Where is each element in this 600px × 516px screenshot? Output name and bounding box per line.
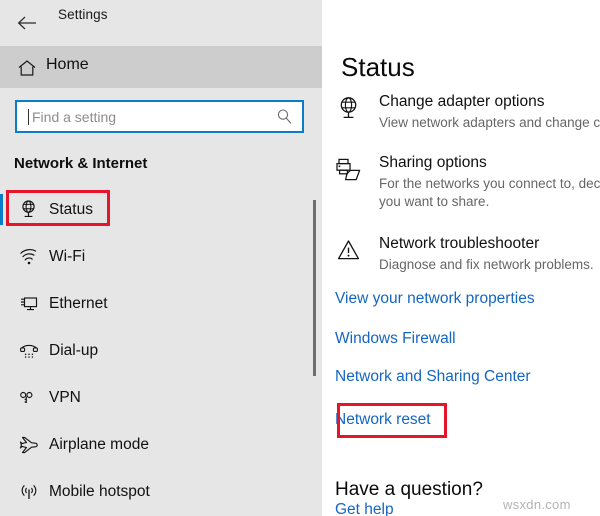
content-panel: Status Change adapter options View netwo… [322, 0, 600, 516]
sidebar-item-label: Airplane mode [49, 435, 149, 453]
sidebar-item-label: Dial-up [49, 341, 99, 359]
sidebar-item-wifi[interactable]: Wi-Fi [0, 233, 322, 280]
sidebar-nav: Status Wi-Fi Ethernet Dial-up VPN Airpla… [0, 186, 322, 515]
link-get-help[interactable]: Get help [335, 501, 394, 516]
sidebar-item-mobile-hotspot[interactable]: Mobile hotspot [0, 468, 322, 515]
wifi-icon [17, 245, 41, 269]
option-description: View network adapters and change con [379, 115, 600, 130]
sidebar-item-label: VPN [49, 388, 81, 406]
airplane-icon [17, 433, 41, 457]
home-label: Home [46, 56, 89, 73]
ethernet-icon [17, 292, 41, 316]
search-box[interactable] [15, 100, 304, 133]
link-network-reset[interactable]: Network reset [335, 411, 431, 429]
globe-stand-icon [335, 95, 363, 123]
section-title: Network & Internet [14, 155, 148, 172]
page-title: Status [341, 52, 415, 82]
warning-triangle-icon [335, 237, 363, 265]
sidebar-item-ethernet[interactable]: Ethernet [0, 280, 322, 327]
option-title: Change adapter options [379, 93, 545, 110]
title-bar: Settings [0, 0, 322, 46]
sidebar-item-vpn[interactable]: VPN [0, 374, 322, 421]
sidebar-item-airplane-mode[interactable]: Airplane mode [0, 421, 322, 468]
vpn-key-icon [17, 386, 41, 410]
sidebar-item-dialup[interactable]: Dial-up [0, 327, 322, 374]
back-arrow-icon[interactable] [10, 6, 44, 40]
watermark: wsxdn.com [503, 497, 571, 512]
option-title: Sharing options [379, 154, 487, 171]
sidebar-item-label: Wi-Fi [49, 247, 86, 265]
search-input[interactable] [32, 102, 267, 131]
globe-stand-icon [17, 198, 41, 222]
selection-indicator [0, 194, 3, 225]
sidebar-item-label: Ethernet [49, 294, 108, 312]
sidebar-item-status[interactable]: Status [0, 186, 322, 233]
settings-window: Settings Home Network & Internet [0, 0, 600, 516]
link-network-and-sharing-center[interactable]: Network and Sharing Center [335, 368, 531, 386]
sidebar-item-label: Mobile hotspot [49, 482, 150, 500]
link-windows-firewall[interactable]: Windows Firewall [335, 330, 456, 348]
hotspot-icon [17, 480, 41, 504]
sidebar-item-label: Status [49, 200, 93, 218]
question-heading: Have a question? [335, 479, 483, 500]
text-caret [28, 109, 29, 125]
home-icon [16, 57, 38, 79]
link-view-your-network-properties[interactable]: View your network properties [335, 290, 535, 308]
printer-folder-icon [335, 156, 363, 184]
sidebar: Settings Home Network & Internet [0, 0, 322, 516]
search-icon[interactable] [276, 108, 293, 125]
app-title: Settings [58, 7, 108, 22]
option-description: Diagnose and fix network problems. [379, 257, 594, 272]
sidebar-item-home[interactable]: Home [0, 46, 322, 88]
dialup-phone-icon [17, 339, 41, 363]
sidebar-scrollbar[interactable] [313, 200, 316, 376]
option-title: Network troubleshooter [379, 235, 540, 252]
option-description: For the networks you connect to, decide … [379, 176, 600, 209]
